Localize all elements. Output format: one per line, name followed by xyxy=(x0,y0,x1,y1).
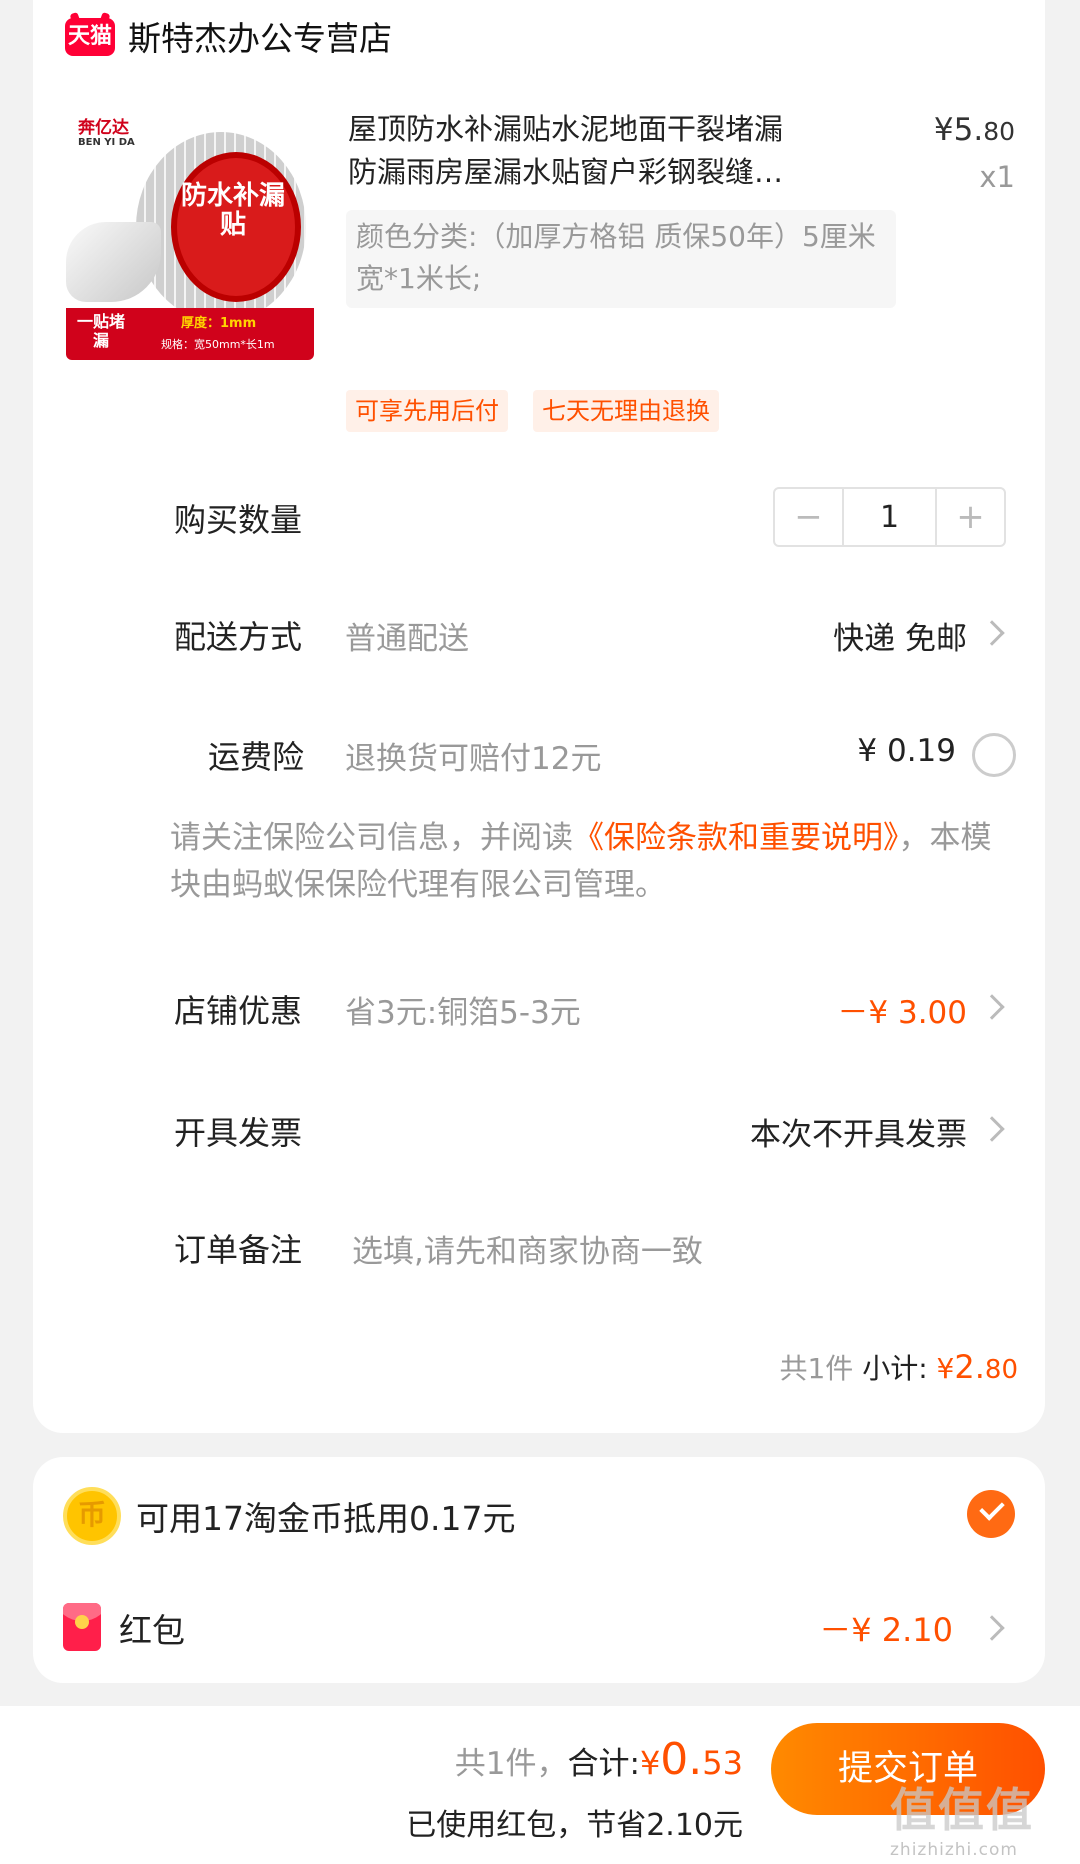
coin-icon: 币 xyxy=(63,1487,121,1545)
shop-name[interactable]: 斯特杰办公专营店 xyxy=(128,12,392,60)
product-image-brand: 奔亿达 BEN YI DA xyxy=(78,118,135,148)
increase-button[interactable]: + xyxy=(937,489,1004,545)
total-amount: 0. xyxy=(660,1734,703,1785)
product-quantity: x1 xyxy=(979,160,1015,194)
pay-later-tag: 可享先用后付 xyxy=(346,390,508,432)
insurance-label: 运费险 xyxy=(208,738,305,776)
chevron-right-icon xyxy=(979,994,1005,1020)
order-card: 天猫 斯特杰办公专营店 奔亿达 BEN YI DA 防水补漏贴 一贴堵漏 厚度：… xyxy=(33,0,1045,1433)
delivery-value: 快递 免邮 xyxy=(833,621,967,657)
chevron-right-icon xyxy=(979,1615,1005,1641)
product-title[interactable]: 屋顶防水补漏贴水泥地面干裂堵漏防漏雨房屋漏水贴窗户彩钢裂缝墙角… xyxy=(348,108,798,194)
remark-input[interactable]: 选填,请先和商家协商一致 xyxy=(352,1226,703,1271)
remark-label: 订单备注 xyxy=(174,1231,303,1269)
invoice-value: 本次不开具发票 xyxy=(750,1117,967,1153)
shop-discount-label: 店铺优惠 xyxy=(174,992,303,1030)
shop-discount-desc: 省3元:铜箔5-3元 xyxy=(345,995,581,1031)
red-packet-icon xyxy=(63,1603,101,1651)
insurance-terms-link[interactable]: 《保险条款和重要说明》 xyxy=(573,820,899,856)
watermark: 值值值 zhizhizhi.com xyxy=(890,1783,1034,1860)
return-policy-tag: 七天无理由退换 xyxy=(533,390,719,432)
shop-discount-value: －¥ 3.00 xyxy=(837,995,967,1031)
delivery-label: 配送方式 xyxy=(174,618,303,656)
quantity-value[interactable]: 1 xyxy=(842,489,937,545)
insurance-note: 请关注保险公司信息，并阅读《保险条款和重要说明》，本模块由蚂蚁保保险代理有限公司… xyxy=(170,820,992,903)
discount-card: 币 可用17淘金币抵用0.17元 红包 －¥ 2.10 xyxy=(33,1457,1045,1683)
decrease-button[interactable]: − xyxy=(775,489,842,545)
checkout-bar: 共1件，合计:¥0.53 已使用红包，节省2.10元 提交订单 值值值 zhizh… xyxy=(0,1706,1080,1864)
delivery-method: 普通配送 xyxy=(345,621,469,657)
chevron-right-icon xyxy=(979,620,1005,646)
red-packet-value: －¥ 2.10 xyxy=(819,1611,953,1649)
coin-checkbox[interactable] xyxy=(967,1490,1015,1538)
insurance-desc: 退换货可赔付12元 xyxy=(345,741,602,777)
insurance-price: ¥ 0.19 xyxy=(857,733,956,769)
tmall-logo-icon: 天猫 xyxy=(65,18,115,56)
savings-note: 已使用红包，节省2.10元 xyxy=(406,1808,743,1843)
coin-offset-text: 可用17淘金币抵用0.17元 xyxy=(136,1499,516,1538)
red-packet-label: 红包 xyxy=(119,1611,185,1650)
product-image-title: 防水补漏贴 xyxy=(180,181,285,240)
product-sku[interactable]: 颜色分类:（加厚方格铝 质保50年）5厘米宽*1米长; xyxy=(346,210,896,308)
product-image[interactable]: 奔亿达 BEN YI DA 防水补漏贴 一贴堵漏 厚度：1mm 规格：宽50mm… xyxy=(66,112,314,360)
foil-sheet-graphic xyxy=(66,222,161,302)
quantity-label: 购买数量 xyxy=(174,501,303,539)
product-image-badge: 一贴堵漏 xyxy=(76,312,125,351)
quantity-stepper[interactable]: − 1 + xyxy=(773,487,1006,547)
product-image-thickness: 厚度：1mm xyxy=(181,316,257,331)
total-summary: 共1件，合计:¥0.53 xyxy=(454,1734,743,1785)
insurance-radio[interactable] xyxy=(972,733,1016,777)
product-image-spec: 规格：宽50mm*长1m xyxy=(161,338,275,351)
product-price: ¥5.80 xyxy=(933,112,1015,148)
subtotal: 共1件 小计: ¥2.80 xyxy=(779,1348,1018,1386)
invoice-label: 开具发票 xyxy=(174,1114,303,1152)
chevron-right-icon xyxy=(979,1116,1005,1142)
